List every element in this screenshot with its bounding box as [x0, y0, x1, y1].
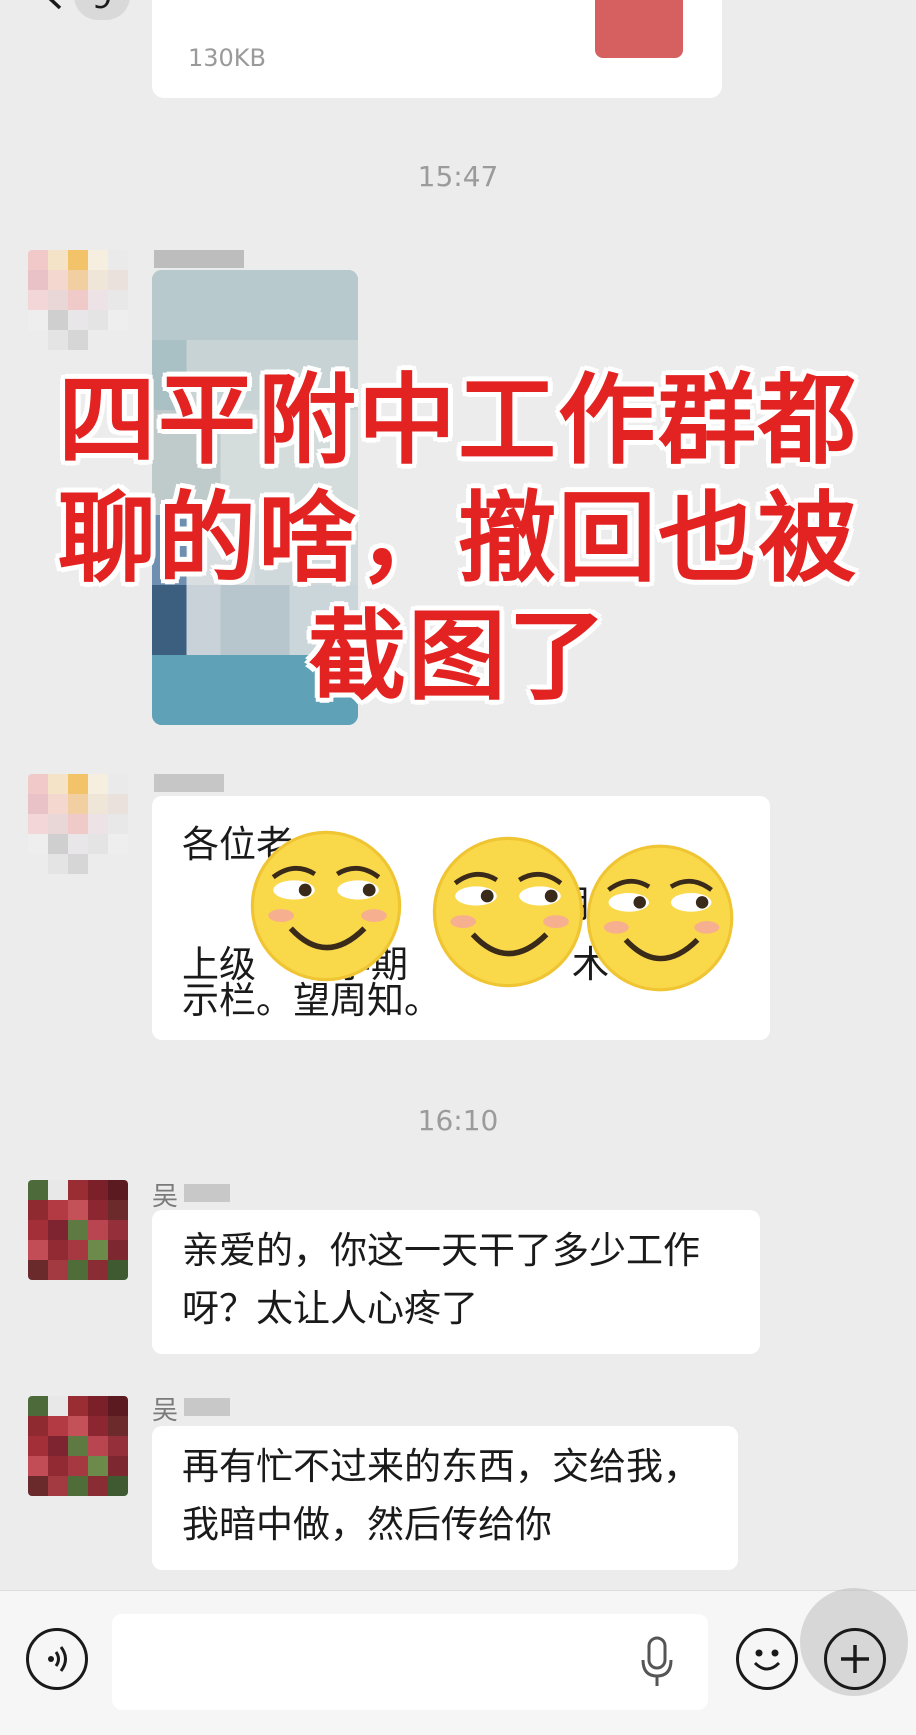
headline-overlay: 四平附中工作群都 聊的啥，撤回也被 截图了	[0, 362, 916, 716]
sender-name-blurred	[184, 1398, 230, 1416]
headline-line-2: 聊的啥，撤回也被	[57, 482, 858, 596]
sender-name: 吴	[152, 1182, 179, 1212]
voice-icon	[48, 1646, 67, 1672]
sender-name: 吴	[152, 1396, 179, 1426]
timestamp: 15:47	[417, 160, 499, 193]
emoji-icon	[753, 1649, 781, 1671]
smirk-emoji-icon	[432, 836, 584, 988]
sender-avatar[interactable]	[28, 1180, 128, 1280]
sender-name-blurred	[154, 250, 244, 268]
headline-line-1: 四平附中工作群都	[57, 364, 858, 478]
file-type-icon	[595, 0, 683, 58]
sender-avatar[interactable]	[28, 1396, 128, 1496]
sender-name-blurred	[184, 1184, 230, 1202]
more-button[interactable]	[824, 1628, 886, 1690]
message-text: 再有忙不过来的东西，交给我， 我暗中做，然后传给你	[182, 1445, 700, 1546]
file-size: 130KB	[188, 44, 267, 72]
headline-line-3: 截图了	[307, 600, 608, 714]
plus-icon	[841, 1645, 869, 1673]
sender-avatar[interactable]	[28, 250, 128, 350]
emoji-button[interactable]	[736, 1628, 798, 1690]
smirk-emoji-icon	[250, 830, 402, 982]
smirk-emoji-icon	[586, 844, 734, 992]
message-text: 亲爱的，你这一天干了多少工作 呀？太让人心疼了	[182, 1229, 700, 1330]
sender-name-blurred	[154, 774, 224, 792]
voice-button[interactable]	[26, 1628, 88, 1690]
sender-avatar[interactable]	[28, 774, 128, 874]
message-input[interactable]	[112, 1614, 708, 1710]
microphone-icon[interactable]	[640, 1636, 674, 1688]
message-bubble[interactable]: 亲爱的，你这一天干了多少工作 呀？太让人心疼了	[152, 1210, 760, 1354]
message-bubble[interactable]: 再有忙不过来的东西，交给我， 我暗中做，然后传给你	[152, 1426, 738, 1570]
timestamp: 16:10	[417, 1104, 499, 1137]
